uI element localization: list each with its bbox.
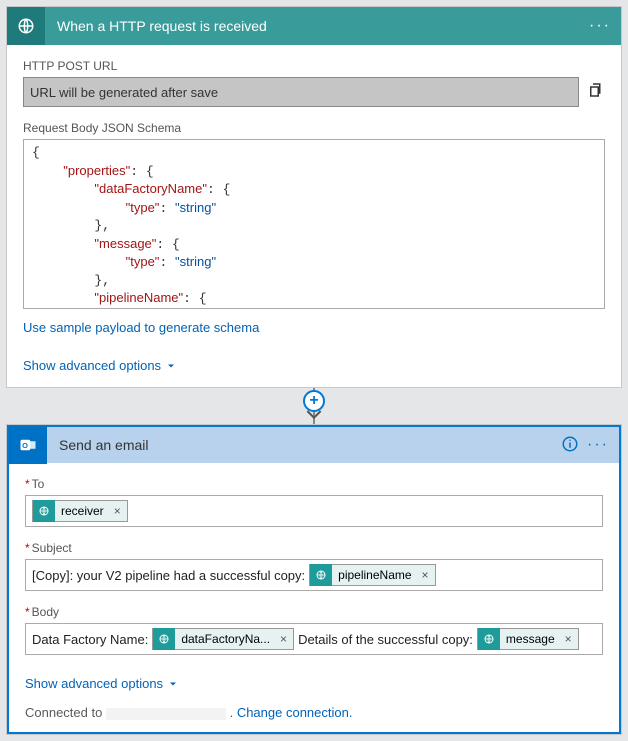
url-label: HTTP POST URL xyxy=(23,59,605,73)
action-title: Send an email xyxy=(47,437,561,453)
token-label: receiver xyxy=(61,504,104,518)
action-advanced-toggle[interactable]: Show advanced options xyxy=(25,676,179,691)
connection-footer: Connected to . Change connection. xyxy=(25,705,603,720)
trigger-header[interactable]: When a HTTP request is received ··· xyxy=(7,7,621,45)
svg-text:O: O xyxy=(22,441,28,450)
trigger-body: HTTP POST URL URL will be generated afte… xyxy=(7,45,621,387)
schema-label: Request Body JSON Schema xyxy=(23,121,605,135)
token-remove-icon[interactable]: × xyxy=(561,632,576,646)
dynamic-content-icon xyxy=(33,500,55,522)
token-message[interactable]: message × xyxy=(477,628,579,650)
url-placeholder-text: URL will be generated after save xyxy=(30,85,218,100)
token-receiver[interactable]: receiver × xyxy=(32,500,128,522)
body-label: *Body xyxy=(25,605,603,619)
trigger-advanced-label: Show advanced options xyxy=(23,358,161,373)
trigger-menu-icon[interactable]: ··· xyxy=(589,17,611,35)
token-label: dataFactoryNa... xyxy=(181,632,270,646)
copy-url-button[interactable] xyxy=(587,81,605,104)
subject-label: *Subject xyxy=(25,541,603,555)
token-remove-icon[interactable]: × xyxy=(418,568,433,582)
body-field[interactable]: Data Factory Name: dataFactoryNa... × De… xyxy=(25,623,603,655)
token-label: pipelineName xyxy=(338,568,411,582)
arrow-down-icon xyxy=(306,408,322,426)
body-text1: Data Factory Name: xyxy=(32,632,148,647)
to-field[interactable]: receiver × xyxy=(25,495,603,527)
token-remove-icon[interactable]: × xyxy=(110,504,125,518)
token-pipelinename[interactable]: pipelineName × xyxy=(309,564,435,586)
action-card: O Send an email ··· *To receiver × *Subj… xyxy=(6,424,622,735)
dynamic-content-icon xyxy=(310,564,332,586)
trigger-card: When a HTTP request is received ··· HTTP… xyxy=(6,6,622,388)
info-icon[interactable] xyxy=(561,435,579,456)
action-body: *To receiver × *Subject [Copy]: your V2 … xyxy=(7,463,621,734)
to-label: *To xyxy=(25,477,603,491)
outlook-icon: O xyxy=(9,426,47,464)
action-menu-icon[interactable]: ··· xyxy=(587,436,609,454)
dynamic-content-icon xyxy=(153,628,175,650)
connected-label: Connected to xyxy=(25,705,102,720)
body-text2: Details of the successful copy: xyxy=(298,632,473,647)
trigger-title: When a HTTP request is received xyxy=(45,18,589,34)
action-header[interactable]: O Send an email ··· xyxy=(7,425,621,463)
subject-field[interactable]: [Copy]: your V2 pipeline had a successfu… xyxy=(25,559,603,591)
trigger-advanced-toggle[interactable]: Show advanced options xyxy=(23,358,177,373)
sample-payload-link[interactable]: Use sample payload to generate schema xyxy=(23,320,259,335)
schema-textarea[interactable]: { "properties": { "dataFactoryName": { "… xyxy=(23,139,605,309)
token-remove-icon[interactable]: × xyxy=(276,632,291,646)
http-request-icon xyxy=(7,7,45,45)
connection-name-redacted xyxy=(106,708,226,720)
change-connection-link[interactable]: Change connection. xyxy=(237,705,353,720)
token-label: message xyxy=(506,632,555,646)
subject-text: [Copy]: your V2 pipeline had a successfu… xyxy=(32,568,305,583)
chevron-down-icon xyxy=(167,678,179,690)
dynamic-content-icon xyxy=(478,628,500,650)
action-advanced-label: Show advanced options xyxy=(25,676,163,691)
token-datafactoryname[interactable]: dataFactoryNa... × xyxy=(152,628,294,650)
chevron-down-icon xyxy=(165,360,177,372)
url-field: URL will be generated after save xyxy=(23,77,579,107)
flow-connector: + xyxy=(6,388,622,424)
